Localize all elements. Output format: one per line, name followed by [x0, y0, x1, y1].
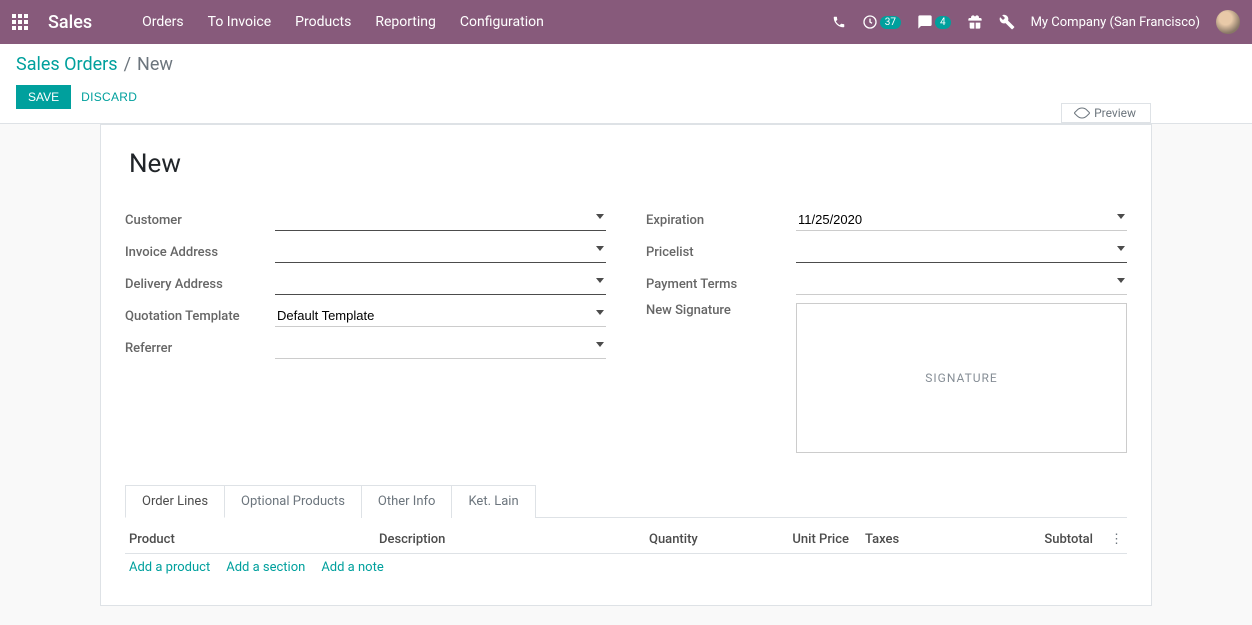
gift-icon[interactable] — [967, 14, 983, 30]
tab-order-lines[interactable]: Order Lines — [125, 485, 225, 518]
company-selector[interactable]: My Company (San Francisco) — [1031, 15, 1200, 30]
apps-icon[interactable] — [12, 14, 28, 30]
breadcrumb-parent[interactable]: Sales Orders — [16, 54, 118, 75]
nav-products[interactable]: Products — [295, 14, 351, 30]
navbar: Sales Orders To Invoice Products Reporti… — [0, 0, 1252, 44]
messages-icon[interactable]: 4 — [917, 14, 951, 30]
nav-to-invoice[interactable]: To Invoice — [208, 14, 272, 30]
eye-icon — [1074, 105, 1091, 122]
invoice-address-input[interactable] — [275, 241, 606, 263]
col-taxes: Taxes — [849, 532, 949, 547]
save-button[interactable]: SAVE — [16, 85, 71, 109]
col-product: Product — [129, 532, 379, 547]
col-subtotal: Subtotal — [949, 532, 1093, 547]
activity-badge: 37 — [880, 16, 901, 29]
referrer-input[interactable] — [275, 337, 606, 359]
preview-button[interactable]: Preview — [1061, 103, 1151, 123]
app-brand[interactable]: Sales — [48, 12, 92, 33]
pricelist-input[interactable] — [796, 241, 1127, 263]
tab-ket-lain[interactable]: Ket. Lain — [451, 485, 535, 518]
col-description: Description — [379, 532, 649, 547]
col-quantity: Quantity — [649, 532, 749, 547]
quotation-template-input[interactable] — [275, 305, 606, 327]
page-title: New — [129, 149, 1127, 179]
breadcrumb-sep: / — [124, 54, 131, 75]
activity-icon[interactable]: 37 — [862, 14, 901, 30]
table-header: Product Description Quantity Unit Price … — [125, 526, 1127, 554]
referrer-label: Referrer — [125, 341, 275, 356]
tab-other-info[interactable]: Other Info — [361, 485, 453, 518]
form-sheet: Preview New Customer Invoice Address — [100, 124, 1152, 606]
add-row: Add a product Add a section Add a note — [125, 554, 1127, 581]
tabs: Order Lines Optional Products Other Info… — [125, 485, 1127, 518]
add-section-link[interactable]: Add a section — [226, 560, 305, 575]
nav-menu: Orders To Invoice Products Reporting Con… — [142, 14, 544, 30]
navbar-right: 37 4 My Company (San Francisco) — [832, 10, 1240, 34]
discard-button[interactable]: DISCARD — [81, 85, 137, 109]
phone-icon[interactable] — [832, 15, 846, 29]
signature-box[interactable]: SIGNATURE — [796, 303, 1127, 453]
pricelist-label: Pricelist — [646, 245, 796, 260]
col-unit-price: Unit Price — [749, 532, 849, 547]
delivery-address-label: Delivery Address — [125, 277, 275, 292]
preview-label: Preview — [1094, 106, 1136, 120]
nav-configuration[interactable]: Configuration — [460, 14, 544, 30]
tab-content: Product Description Quantity Unit Price … — [125, 517, 1127, 581]
payment-terms-input[interactable] — [796, 273, 1127, 295]
form-right-column: Expiration Pricelist Payment Terms — [646, 207, 1127, 459]
signature-label: New Signature — [646, 303, 796, 318]
delivery-address-input[interactable] — [275, 273, 606, 295]
wrench-icon[interactable] — [999, 14, 1015, 30]
expiration-label: Expiration — [646, 213, 796, 228]
breadcrumb-current: New — [137, 54, 173, 75]
customer-label: Customer — [125, 213, 275, 228]
nav-reporting[interactable]: Reporting — [375, 14, 436, 30]
tab-optional-products[interactable]: Optional Products — [224, 485, 362, 518]
form-left-column: Customer Invoice Address Delivery Addres… — [125, 207, 606, 459]
add-product-link[interactable]: Add a product — [129, 560, 210, 575]
quotation-template-label: Quotation Template — [125, 309, 275, 324]
user-avatar[interactable] — [1216, 10, 1240, 34]
payment-terms-label: Payment Terms — [646, 277, 796, 292]
messages-badge: 4 — [935, 16, 951, 29]
breadcrumb: Sales Orders / New — [16, 54, 1236, 75]
add-note-link[interactable]: Add a note — [321, 560, 383, 575]
expiration-input[interactable] — [796, 209, 1127, 231]
nav-orders[interactable]: Orders — [142, 14, 184, 30]
kebab-icon[interactable]: ⋮ — [1093, 532, 1123, 547]
invoice-address-label: Invoice Address — [125, 245, 275, 260]
customer-input[interactable] — [275, 209, 606, 231]
